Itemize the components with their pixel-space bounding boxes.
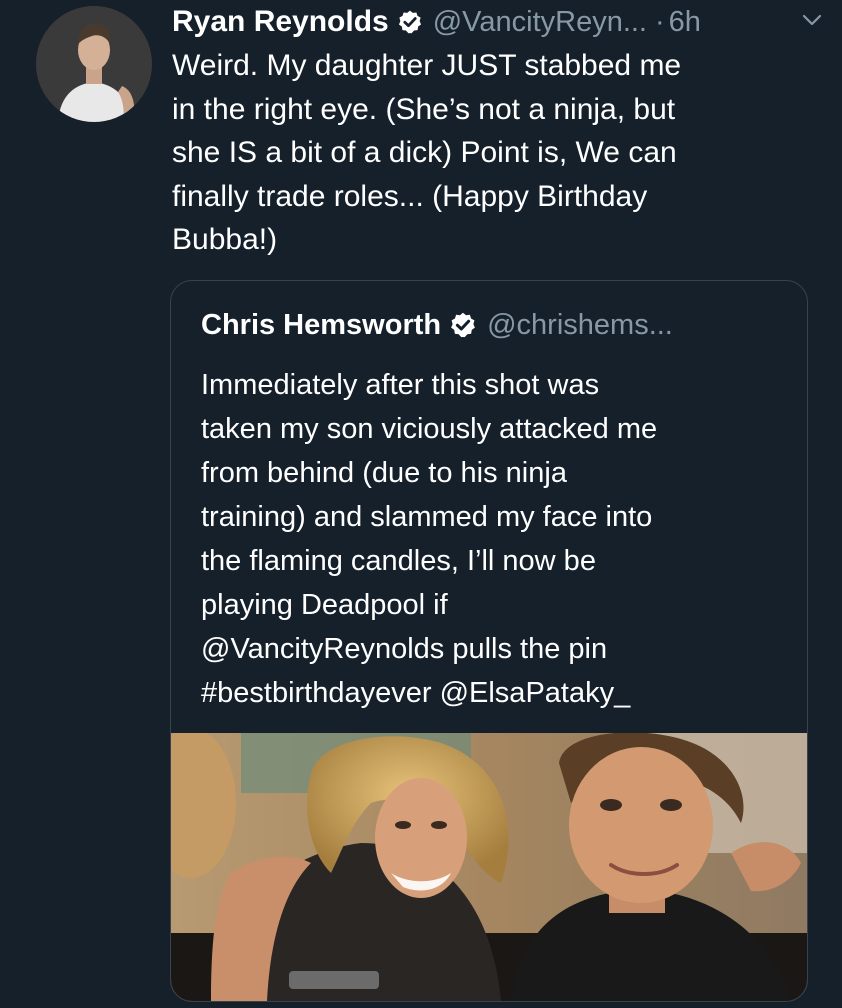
quoted-author-name: Chris Hemsworth — [201, 308, 442, 341]
photo-image — [171, 733, 807, 1001]
quoted-text-line: the flaming candles, I’ll now be — [201, 545, 596, 577]
quoted-tweet-card[interactable]: Chris Hemsworth @chrishems... Immediatel… — [170, 280, 808, 1002]
quoted-tweet-header: Chris Hemsworth @chrishems... — [201, 305, 673, 345]
avatar-photo — [36, 6, 152, 122]
author-handle[interactable]: @VancityReyn... — [433, 6, 647, 39]
timestamp[interactable]: 6h — [669, 6, 701, 39]
tweet-text-line: she IS a bit of a dick) Point is, We can — [172, 136, 677, 169]
author-name[interactable]: Ryan Reynolds — [172, 5, 389, 39]
quoted-text-line: @VancityReynolds pulls the pin — [201, 633, 608, 665]
quoted-text-line: training) and slammed my face into — [201, 501, 653, 533]
quoted-text-line: from behind (due to his ninja — [201, 457, 567, 489]
tweet-header: Ryan Reynolds @VancityReyn... · 6h — [172, 4, 701, 40]
tweet-text-line: Weird. My daughter JUST stabbed me — [172, 49, 682, 82]
quoted-tweet-photo[interactable] — [171, 733, 807, 1001]
quoted-text-line: #bestbirthdayever @ElsaPataky_ — [201, 677, 631, 709]
verified-badge-icon — [451, 312, 476, 338]
quoted-text-line: playing Deadpool if — [201, 589, 448, 621]
quoted-text-line: Immediately after this shot was — [201, 369, 600, 401]
chevron-down-icon[interactable] — [800, 8, 824, 32]
tweet-text-line: Bubba!) — [172, 223, 278, 256]
tweet[interactable]: Ryan Reynolds @VancityReyn... · 6h Weird… — [0, 0, 842, 1008]
separator-dot: · — [655, 5, 665, 38]
avatar[interactable] — [36, 6, 152, 122]
tweet-text: Weird. My daughter JUST stabbed me in th… — [172, 44, 822, 262]
tweet-text-line: in the right eye. (She’s not a ninja, bu… — [172, 92, 676, 126]
quoted-text-line: taken my son viciously attacked me — [201, 413, 658, 445]
quoted-tweet-text: Immediately after this shot was taken my… — [201, 363, 791, 715]
verified-badge-icon — [398, 10, 421, 34]
tweet-text-line: finally trade roles... (Happy Birthday — [172, 179, 648, 213]
quoted-author-handle: @chrishems... — [487, 308, 673, 341]
